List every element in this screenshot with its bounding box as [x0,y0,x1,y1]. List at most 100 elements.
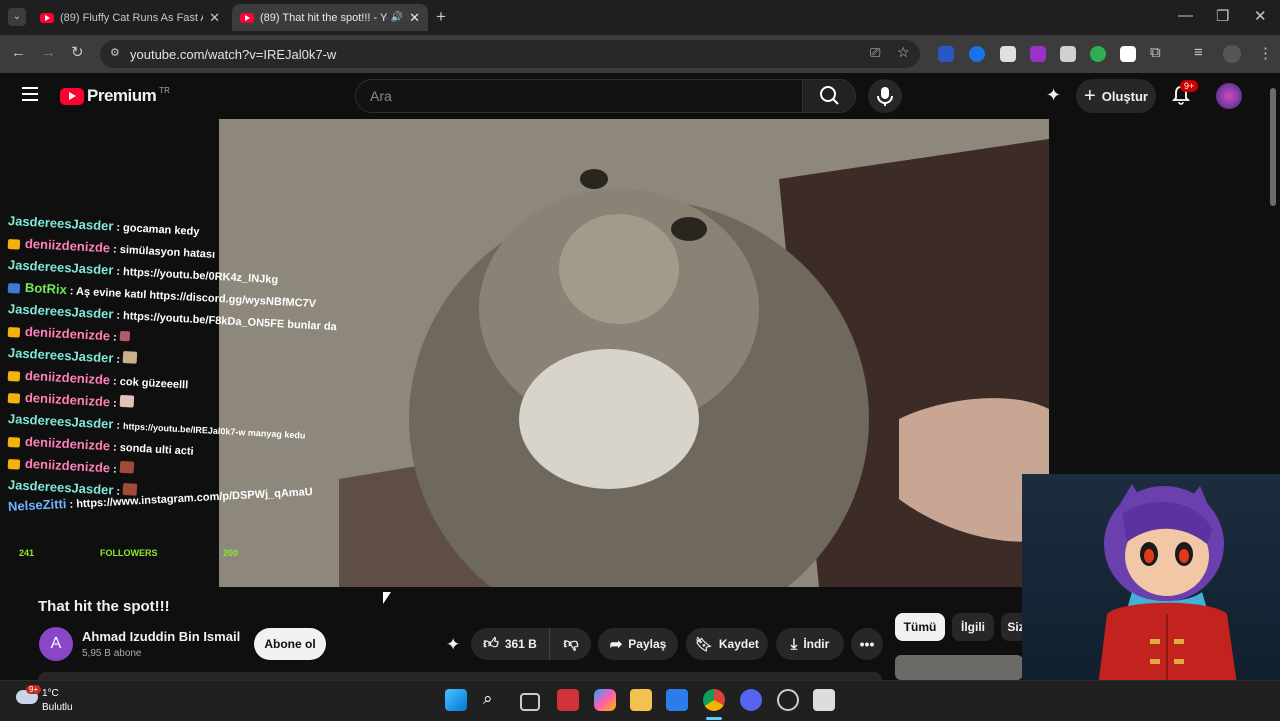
chat-text: cok güzeeelll [119,375,189,392]
store-icon[interactable] [666,689,688,711]
browser-menu-icon[interactable]: ⋮ [1258,44,1273,62]
like-dislike-group: 👍︎ 361 B 👎︎ [471,628,591,660]
voice-search-button[interactable] [868,79,902,113]
create-button[interactable]: + Oluştur [1076,79,1156,113]
bookmark-icon: 🔖︎ [695,635,713,652]
audio-playing-icon[interactable]: 🔊 [391,12,403,23]
youtube-premium-logo[interactable]: Premium TR [60,86,170,106]
back-button[interactable]: ← [11,44,26,61]
chrome-icon[interactable] [703,689,725,711]
reload-button[interactable]: ↻ [71,43,84,61]
extensions-puzzle-icon[interactable]: ⧉ [1150,44,1161,61]
weather-widget[interactable]: 9+ 1°C Bulutlu [14,685,104,717]
channel-name[interactable]: Ahmad Izuddin Bin Ismail [82,629,240,644]
copilot-icon[interactable] [594,689,616,711]
extension-3-icon[interactable] [1000,46,1016,62]
chip-all[interactable]: Tümü [895,613,945,641]
tab-fluffy-cat[interactable]: (89) Fluffy Cat Runs As Fast As A ✕ [32,4,228,31]
chat-text: simülasyon hatası [119,243,216,261]
logo-text: Premium [87,86,157,105]
chat-message: deniizdenizde : [7,455,135,477]
description-box[interactable] [38,672,882,680]
address-bar[interactable]: ⚙ youtube.com/watch?v=IREJal0k7-w ⎚ ☆ [100,40,920,68]
extension-4-icon[interactable] [1030,46,1046,62]
bookmark-star-icon[interactable]: ☆ [897,44,910,61]
region-code: TR [159,85,170,95]
video-frame-cat [219,119,1049,587]
extension-6-icon[interactable] [1090,46,1106,62]
extension-2-icon[interactable] [969,46,985,62]
video-title: That hit the spot!!! [38,598,170,615]
weather-temperature: 1°C [42,688,59,699]
download-button[interactable]: ⤓ İndir [776,628,844,660]
windows-start-icon[interactable] [445,689,467,711]
reading-list-icon[interactable]: ≡ [1194,44,1203,61]
chat-message: deniizdenizde : cok güzeeelll [7,367,189,392]
followers-goal-bar: 241 FOLLOWERS 200 [0,548,260,566]
notifications-button[interactable]: 9+ [1170,80,1199,108]
forward-button[interactable]: → [41,44,56,61]
like-button[interactable]: 👍︎ 361 B [471,628,550,660]
discord-icon[interactable] [740,689,762,711]
video-player[interactable] [219,119,1049,587]
share-button[interactable]: ➦ Paylaş [598,628,678,660]
more-actions-button[interactable]: ••• [851,628,883,660]
chat-text: https://youtu.be/F8kDa_ON5FE bunlar da i… [122,310,340,334]
dislike-button[interactable]: 👎︎ [551,628,591,660]
recommendation-thumbnail[interactable] [895,655,1023,680]
minimize-button[interactable]: — [1178,7,1193,24]
chip-related[interactable]: İlgili [952,613,994,641]
notification-badge: 9+ [1180,80,1199,92]
chat-username: BotRix [24,279,68,298]
channel-avatar[interactable]: A [39,627,73,661]
tab-that-hit-the-spot[interactable]: (89) That hit the spot!!! - Yo 🔊 ✕ [232,4,428,31]
followers-goal: 200 [223,548,239,558]
search-button[interactable] [802,79,856,113]
app-l-icon[interactable] [557,689,579,711]
tab-title: (89) That hit the spot!!! - Yo [260,11,387,24]
extension-5-icon[interactable] [1060,46,1076,62]
youtube-header: Premium TR Ara ✦ + Oluştur 9+ [0,73,1280,119]
tab-search-button[interactable]: ⌄ [8,8,26,26]
gemini-sparkle-icon[interactable]: ✦ [1046,85,1061,106]
account-avatar[interactable] [1216,83,1242,109]
download-icon: ⤓ [790,635,798,653]
restore-button[interactable]: ❐ [1216,7,1229,25]
subscribe-button[interactable]: Abone ol [254,628,326,660]
task-view-icon[interactable] [520,693,540,711]
search-placeholder: Ara [370,88,392,104]
ask-ai-sparkle-icon[interactable]: ✦ [446,635,460,655]
save-label: Kaydet [718,637,759,651]
search-input[interactable]: Ara [355,79,803,113]
share-label: Paylaş [628,637,667,651]
search-taskbar-icon[interactable]: ⌕ [483,689,505,711]
close-tab-icon[interactable]: ✕ [409,10,420,26]
save-button[interactable]: 🔖︎ Kaydet [686,628,768,660]
file-explorer-icon[interactable] [630,689,652,711]
extension-7-icon[interactable] [1120,46,1136,62]
obs-icon[interactable] [777,689,799,711]
weather-badge: 9+ [26,685,42,694]
page-scrollbar[interactable] [1270,88,1276,206]
emote-icon [119,460,135,474]
chat-username: deniizdenizde [24,235,111,256]
chat-message: deniizdenizde : sonda ulti acti [7,433,195,458]
bot-badge-icon [7,283,21,294]
vrchat-icon[interactable] [813,689,835,711]
chat-text: https://youtu.be/IREJal0k7-w manyag kedu [122,421,306,441]
extension-1-icon[interactable] [938,46,954,62]
profile-avatar[interactable] [1223,45,1241,63]
site-info-icon[interactable]: ⚙ [110,46,120,59]
hamburger-menu-icon[interactable] [22,87,38,101]
weather-description: Bulutlu [42,702,73,713]
thumbs-up-icon: 👍︎ [483,635,499,652]
install-app-icon[interactable]: ⎚ [870,45,880,61]
close-tab-icon[interactable]: ✕ [209,10,220,26]
more-horizontal-icon: ••• [859,636,875,652]
browser-toolbar: ← → ↻ ⚙ youtube.com/watch?v=IREJal0k7-w … [0,35,1280,73]
thumbs-down-icon: 👎︎ [563,635,579,652]
download-label: İndir [803,637,830,651]
new-tab-button[interactable]: + [436,7,446,27]
chat-message: deniizdenizde : [7,389,135,411]
close-window-button[interactable]: ✕ [1254,7,1267,25]
